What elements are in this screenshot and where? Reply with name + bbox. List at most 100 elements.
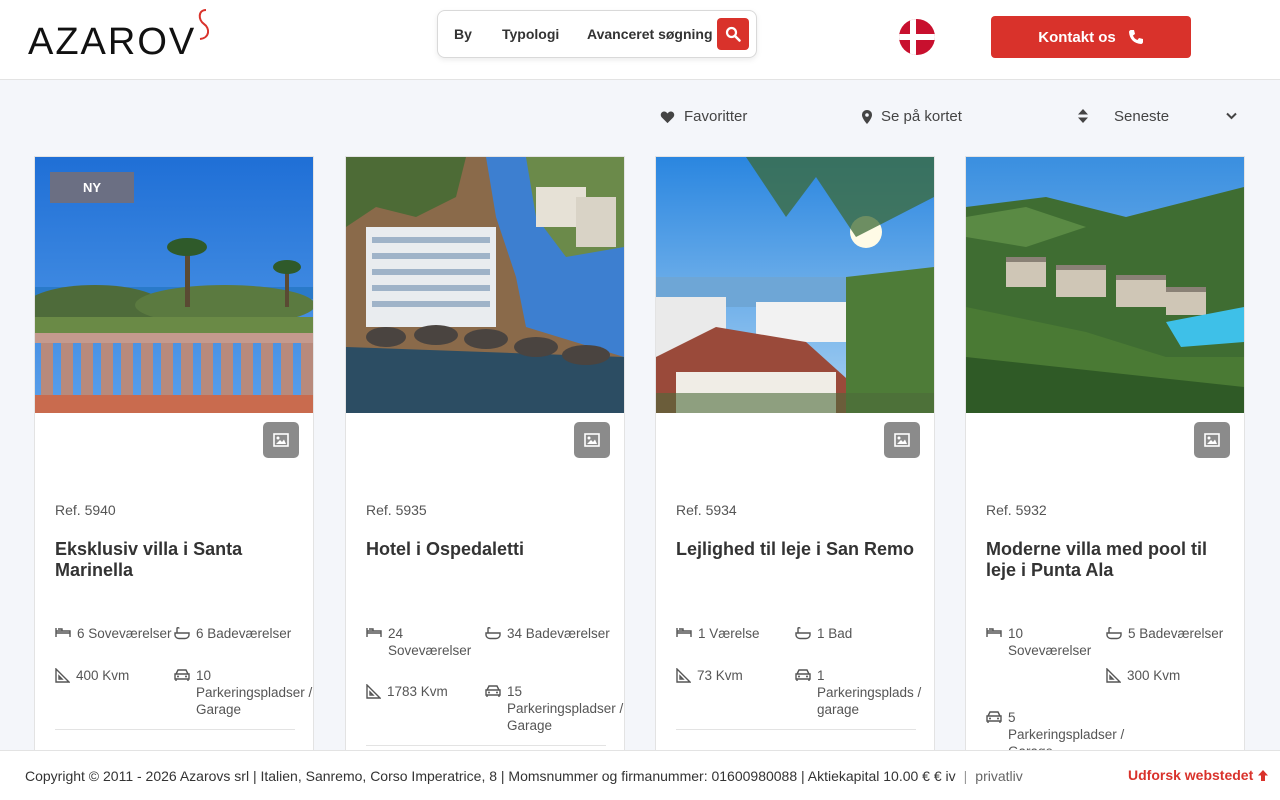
new-badge: NY <box>50 172 134 203</box>
bed-icon <box>366 628 382 637</box>
image-icon <box>584 433 600 447</box>
property-title[interactable]: Lejlighed til leje i San Remo <box>676 539 926 560</box>
bedrooms-text: 1 Værelse <box>698 626 760 641</box>
reference-number: Ref. 5932 <box>986 502 1047 518</box>
bathrooms-text: 34 Badeværelser <box>507 626 610 641</box>
property-photo[interactable] <box>966 157 1244 413</box>
gallery-button[interactable] <box>884 422 920 458</box>
bedrooms: 24 Soveværelser <box>366 625 476 659</box>
favorites-link[interactable]: Favoritter <box>660 108 747 125</box>
bathrooms-text: 1 Bad <box>817 626 853 641</box>
property-title[interactable]: Eksklusiv villa i Santa Marinella <box>55 539 305 581</box>
favorites-label: Favoritter <box>684 108 748 125</box>
divider <box>366 745 606 746</box>
bathrooms: 34 Badeværelser <box>485 625 617 642</box>
property-card[interactable]: Ref. 5935 Hotel i Ospedaletti 24 Sovevær… <box>345 156 625 776</box>
sort-select[interactable]: Seneste <box>1078 106 1242 128</box>
nav-typology[interactable]: Typologi <box>502 26 559 42</box>
car-icon <box>174 669 190 681</box>
divider <box>676 729 916 730</box>
car-icon <box>986 711 1002 723</box>
chevron-down-icon <box>1226 112 1237 120</box>
nav-city[interactable]: By <box>454 26 472 42</box>
gallery-button[interactable] <box>574 422 610 458</box>
property-card[interactable]: Ref. 5934 Lejlighed til leje i San Remo … <box>655 156 935 776</box>
reference-number: Ref. 5940 <box>55 502 116 518</box>
bedrooms: 1 Værelse <box>676 625 786 642</box>
map-view-label: Se på kortet <box>881 108 962 125</box>
area-ruler-icon <box>55 668 70 683</box>
bathrooms-text: 5 Badeværelser <box>1128 626 1224 641</box>
arrow-up-icon <box>1258 769 1269 781</box>
parking-text: 1 Parkeringsplads / garage <box>817 668 922 717</box>
footer-separator: | <box>963 768 968 784</box>
property-title[interactable]: Hotel i Ospedaletti <box>366 539 616 560</box>
heart-icon <box>660 110 675 123</box>
copyright-text: Copyright © 2011 - 2026 Azarovs srl | It… <box>25 768 956 784</box>
property-card[interactable]: Ref. 5932 Moderne villa med pool til lej… <box>965 156 1245 776</box>
parking: 15 Parkeringspladser / Garage <box>485 683 625 734</box>
search-icon <box>725 26 741 42</box>
area: 73 Kvm <box>676 667 786 684</box>
site-header: AZAROV By Typologi Avanceret søgning Kon… <box>0 0 1280 80</box>
bathrooms-text: 6 Badeværelser <box>196 626 292 641</box>
bathtub-icon <box>485 627 501 640</box>
image-icon <box>273 433 289 447</box>
area: 300 Kvm <box>1106 667 1236 684</box>
image-icon <box>1204 433 1220 447</box>
sort-icon <box>1078 109 1088 123</box>
area-text: 300 Kvm <box>1127 668 1181 683</box>
map-view-link[interactable]: Se på kortet <box>862 108 962 125</box>
parking-text: 15 Parkeringspladser / Garage <box>507 684 624 733</box>
area-ruler-icon <box>1106 668 1121 683</box>
reference-number: Ref. 5934 <box>676 502 737 518</box>
parking-text: 10 Parkeringspladser / Garage <box>196 668 313 717</box>
car-icon <box>795 669 811 681</box>
nav-advanced-search[interactable]: Avanceret søgning <box>587 26 713 42</box>
explore-site-link[interactable]: Udforsk webstedet <box>1128 767 1269 783</box>
bedrooms-text: 10 Soveværelser <box>1008 626 1092 658</box>
area-ruler-icon <box>366 684 381 699</box>
bathtub-icon <box>795 627 811 640</box>
denmark-flag-icon[interactable] <box>899 19 935 55</box>
bed-icon <box>55 628 71 637</box>
property-photo[interactable] <box>346 157 624 413</box>
area-ruler-icon <box>676 668 691 683</box>
explore-label: Udforsk webstedet <box>1128 767 1254 783</box>
image-icon <box>894 433 910 447</box>
area-text: 73 Kvm <box>697 668 743 683</box>
area-text: 1783 Kvm <box>387 684 448 699</box>
map-pin-icon <box>862 109 872 124</box>
site-footer: Copyright © 2011 - 2026 Azarovs srl | It… <box>0 750 1280 800</box>
privacy-link[interactable]: privatliv <box>975 768 1022 784</box>
svg-text:AZAROV: AZAROV <box>28 21 196 60</box>
azarovs-logo[interactable]: AZAROV <box>28 8 212 63</box>
sort-selected-value: Seneste <box>1114 108 1170 125</box>
phone-icon <box>1128 30 1143 44</box>
bathtub-icon <box>174 627 190 640</box>
contact-label: Kontakt os <box>1038 28 1116 46</box>
bathrooms: 6 Badeværelser <box>174 625 306 642</box>
bathrooms: 5 Badeværelser <box>1106 625 1238 642</box>
bed-icon <box>986 628 1002 637</box>
bedrooms-text: 24 Soveværelser <box>388 626 472 658</box>
contact-button[interactable]: Kontakt os <box>991 16 1191 58</box>
search-bar: By Typologi Avanceret søgning <box>437 10 757 58</box>
divider <box>55 729 295 730</box>
copyright-line: Copyright © 2011 - 2026 Azarovs srl | It… <box>25 768 1023 784</box>
bedrooms-text: 6 Soveværelser <box>77 626 172 641</box>
search-button[interactable] <box>717 18 749 50</box>
bathrooms: 1 Bad <box>795 625 927 642</box>
property-card[interactable]: NY Ref. 5940 Eksklusiv villa i Santa Mar… <box>34 156 314 776</box>
parking: 10 Parkeringspladser / Garage <box>174 667 314 718</box>
parking: 1 Parkeringsplads / garage <box>795 667 925 718</box>
area-text: 400 Kvm <box>76 668 130 683</box>
car-icon <box>485 685 501 697</box>
property-photo[interactable] <box>656 157 934 413</box>
reference-number: Ref. 5935 <box>366 502 427 518</box>
bedrooms: 6 Soveværelser <box>55 625 179 642</box>
bed-icon <box>676 628 692 637</box>
gallery-button[interactable] <box>263 422 299 458</box>
property-title[interactable]: Moderne villa med pool til leje i Punta … <box>986 539 1236 581</box>
gallery-button[interactable] <box>1194 422 1230 458</box>
